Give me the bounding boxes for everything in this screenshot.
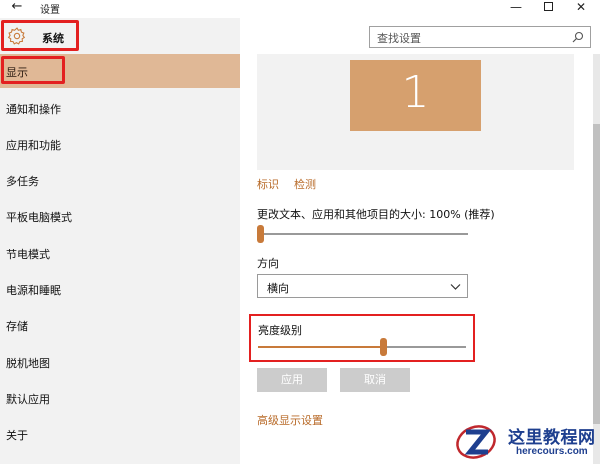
sidebar-item-offline-maps[interactable]: 脱机地图 — [0, 345, 240, 379]
sidebar-item-label: 节电模式 — [6, 248, 50, 261]
sidebar-item-label: 显示 — [6, 66, 28, 79]
title-bar: ← 设置 — ✕ — [0, 0, 600, 18]
sidebar-item-apps[interactable]: 应用和功能 — [0, 127, 240, 161]
maximize-button[interactable] — [535, 0, 561, 18]
watermark: 这里教程网 herecours.com — [450, 420, 600, 464]
brightness-label: 亮度级别 — [258, 324, 302, 337]
scale-label: 更改文本、应用和其他项目的大小: 100% (推荐) — [257, 208, 495, 221]
sidebar-item-battery-saver[interactable]: 节电模式 — [0, 236, 240, 270]
watermark-url: herecours.com — [516, 446, 588, 457]
sidebar-item-display[interactable]: 显示 — [0, 54, 240, 88]
scrollbar-thumb[interactable] — [593, 124, 600, 424]
monitor-number: 1 — [401, 67, 430, 118]
orientation-value: 横向 — [267, 282, 289, 295]
cancel-button[interactable]: 取消 — [340, 368, 410, 392]
watermark-logo-icon — [456, 425, 496, 459]
brightness-slider-fill — [258, 346, 383, 348]
sidebar-item-label: 应用和功能 — [6, 139, 61, 152]
minimize-button[interactable]: — — [503, 0, 529, 18]
scrollbar[interactable] — [593, 54, 600, 464]
system-header[interactable]: 系统 — [1, 20, 79, 51]
system-label: 系统 — [42, 32, 64, 45]
brightness-section: 亮度级别 — [249, 314, 475, 362]
sidebar-item-label: 通知和操作 — [6, 103, 61, 116]
back-arrow-icon[interactable]: ← — [6, 0, 28, 18]
search-icon[interactable] — [572, 31, 584, 43]
sidebar-item-label: 关于 — [6, 429, 28, 442]
sidebar-item-label: 默认应用 — [6, 393, 50, 406]
scale-slider-track[interactable] — [257, 233, 468, 235]
sidebar-item-label: 脱机地图 — [6, 357, 50, 370]
gear-icon — [7, 27, 26, 45]
detect-link[interactable]: 检测 — [294, 176, 316, 192]
sidebar-item-power-sleep[interactable]: 电源和睡眠 — [0, 272, 240, 306]
sidebar: 系统 显示 通知和操作 应用和功能 多任务 平板电脑模式 节电模式 电源和睡眠 … — [0, 18, 240, 464]
advanced-display-settings-link[interactable]: 高级显示设置 — [257, 412, 323, 428]
sidebar-item-label: 存储 — [6, 320, 28, 333]
sidebar-item-label: 电源和睡眠 — [6, 284, 61, 297]
scale-slider-thumb[interactable] — [257, 225, 264, 243]
sidebar-item-storage[interactable]: 存储 — [0, 308, 240, 342]
chevron-down-icon — [450, 284, 461, 290]
monitor-tile[interactable]: 1 — [350, 60, 481, 131]
watermark-name: 这里教程网 — [508, 428, 596, 448]
sidebar-item-label: 多任务 — [6, 175, 39, 188]
main-pane: 1 标识 检测 更改文本、应用和其他项目的大小: 100% (推荐) 方向 横向… — [240, 18, 600, 464]
maximize-icon — [543, 2, 553, 11]
display-preview: 1 — [257, 54, 574, 170]
apply-button[interactable]: 应用 — [257, 368, 327, 392]
sidebar-item-notifications[interactable]: 通知和操作 — [0, 91, 240, 125]
orientation-dropdown[interactable]: 横向 — [257, 274, 468, 298]
sidebar-item-default-apps[interactable]: 默认应用 — [0, 381, 240, 415]
search-box[interactable] — [369, 26, 591, 49]
sidebar-item-about[interactable]: 关于 — [0, 417, 240, 451]
orientation-label: 方向 — [257, 257, 279, 270]
window-title: 设置 — [40, 5, 60, 16]
sidebar-item-multitasking[interactable]: 多任务 — [0, 163, 240, 197]
brightness-slider-thumb[interactable] — [379, 338, 387, 356]
sidebar-item-label: 平板电脑模式 — [6, 211, 72, 224]
sidebar-item-tablet-mode[interactable]: 平板电脑模式 — [0, 199, 240, 233]
close-button[interactable]: ✕ — [568, 0, 594, 18]
identify-link[interactable]: 标识 — [257, 176, 279, 192]
search-input[interactable] — [370, 28, 560, 49]
